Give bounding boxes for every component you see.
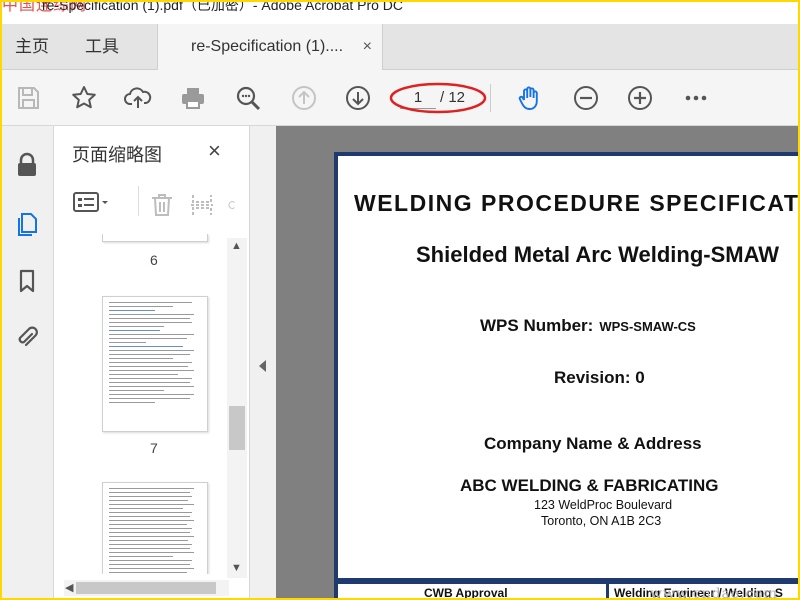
extract-pages-icon xyxy=(191,195,213,215)
title-bar: 中国连综网 re-Specification (1).pdf（已加密）- Ado… xyxy=(2,2,798,24)
horizontal-scrollbar-thumb[interactable] xyxy=(76,582,216,594)
acrobat-window: 中国连综网 re-Specification (1).pdf（已加密）- Ado… xyxy=(2,2,798,598)
address-line-2: Toronto, ON A1B 2C3 xyxy=(541,514,662,528)
page-down-icon[interactable] xyxy=(342,82,374,114)
trash-icon xyxy=(152,194,172,216)
extract-page-button[interactable] xyxy=(188,188,216,222)
toolbar: 1 / 12 xyxy=(2,70,798,126)
thumbnail-list: 6 7 xyxy=(54,234,229,574)
red-annotation-ellipse xyxy=(389,82,487,114)
print-icon[interactable] xyxy=(177,82,209,114)
company-heading: Company Name & Address xyxy=(484,434,702,453)
lock-icon[interactable] xyxy=(10,148,44,182)
document-tab-label: re-Specification (1).... xyxy=(191,38,344,55)
thumbnail-options-button[interactable] xyxy=(72,186,110,220)
collapse-arrow-icon[interactable] xyxy=(259,360,266,372)
search-icon[interactable] xyxy=(232,82,264,114)
tab-home[interactable]: 主页 xyxy=(15,24,49,70)
document-view[interactable]: WELDING PROCEDURE SPECIFICATION Shielded… xyxy=(276,126,798,598)
tab-document[interactable]: re-Specification (1).... × xyxy=(157,24,383,71)
document-subtitle: Shielded Metal Arc Welding-SMAW xyxy=(416,242,780,267)
pdf-page: WELDING PROCEDURE SPECIFICATION Shielded… xyxy=(334,152,798,598)
address-line-1: 123 WeldProc Boulevard xyxy=(534,498,673,512)
thumbnail-label: 7 xyxy=(150,440,158,456)
close-panel-icon[interactable]: × xyxy=(208,138,221,164)
rotate-icon xyxy=(228,201,235,209)
footer-cwb-approval: CWB Approval xyxy=(424,586,508,598)
tab-tools[interactable]: 工具 xyxy=(85,24,119,70)
options-menu-icon xyxy=(73,192,108,212)
toolbar-separator xyxy=(490,84,491,112)
thumbnail-horizontal-scrollbar[interactable]: ◀ xyxy=(64,580,229,596)
wps-value: WPS-SMAW-CS xyxy=(599,319,696,334)
footer-column-divider xyxy=(606,580,609,598)
hand-icon[interactable] xyxy=(514,82,546,114)
thumbnails-panel: 页面缩略图 × 6 7 ▲ ▼ ◀ xyxy=(54,126,250,598)
cloud-upload-icon[interactable] xyxy=(122,82,154,114)
wps-number: WPS Number: WPS-SMAW-CS xyxy=(480,316,696,336)
bookmark-icon[interactable] xyxy=(10,264,44,298)
panel-title: 页面缩略图 xyxy=(72,145,162,165)
thumbnail-page-7[interactable] xyxy=(102,296,208,432)
save-icon[interactable] xyxy=(12,82,44,114)
company-name: ABC WELDING & FABRICATING xyxy=(460,476,719,495)
zoom-out-icon[interactable] xyxy=(570,82,602,114)
thumbnail-label: 6 xyxy=(150,252,158,268)
wps-label: WPS Number: xyxy=(480,316,594,335)
scroll-down-arrow-icon[interactable]: ▼ xyxy=(231,562,242,574)
window-title: re-Specification (1).pdf（已加密）- Adobe Acr… xyxy=(42,2,404,13)
delete-page-button[interactable] xyxy=(148,188,176,222)
left-rail xyxy=(2,126,54,598)
panel-tool-separator xyxy=(138,186,139,216)
scroll-up-arrow-icon[interactable]: ▲ xyxy=(231,240,242,252)
thumbnail-vertical-scrollbar[interactable]: ▲ ▼ xyxy=(227,238,247,578)
document-title: WELDING PROCEDURE SPECIFICATION xyxy=(354,190,798,216)
paperclip-icon[interactable] xyxy=(10,320,44,354)
panel-collapse-strip[interactable] xyxy=(250,126,276,598)
scroll-left-arrow-icon[interactable]: ◀ xyxy=(65,581,73,594)
footer-divider xyxy=(338,578,798,584)
rotate-page-button[interactable] xyxy=(226,188,238,222)
revision: Revision: 0 xyxy=(554,368,645,387)
star-icon[interactable] xyxy=(68,82,100,114)
zoom-in-icon[interactable] xyxy=(624,82,656,114)
thumbnail-page-8[interactable] xyxy=(102,482,208,574)
close-tab-icon[interactable]: × xyxy=(363,24,372,70)
scrollbar-thumb[interactable] xyxy=(229,406,245,450)
thumbnail-page-6[interactable] xyxy=(102,234,208,242)
page-up-icon[interactable] xyxy=(288,82,320,114)
more-icon[interactable] xyxy=(680,82,712,114)
tab-row: 主页 工具 re-Specification (1).... × xyxy=(2,24,798,71)
watermark-bottom: www.cndao.com xyxy=(650,586,779,598)
page-thumbnails-icon[interactable] xyxy=(10,206,44,240)
